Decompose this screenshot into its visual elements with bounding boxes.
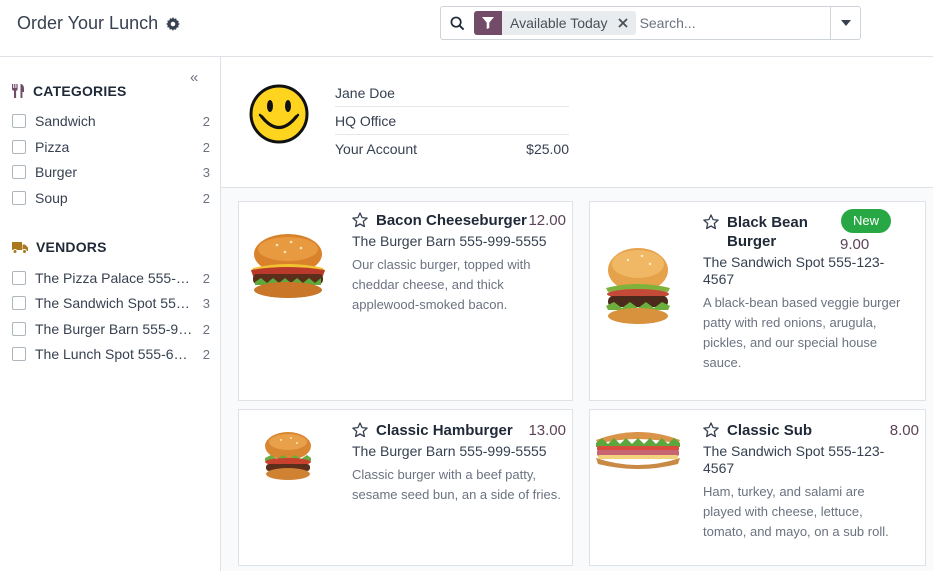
vendor-label: The Burger Barn 555-999-5555: [35, 321, 193, 337]
product-card[interactable]: Classic Hamburger 13.00 The Burger Barn …: [238, 409, 573, 566]
checkbox[interactable]: [12, 296, 26, 310]
product-vendor: The Burger Barn 555-999-5555: [352, 233, 547, 249]
user-name-row: Jane Doe: [335, 79, 569, 107]
vendor-count: 2: [202, 346, 210, 362]
product-image: [596, 432, 680, 469]
vendors-header: VENDORS: [12, 239, 107, 255]
category-count: 2: [202, 139, 210, 155]
star-outline-icon[interactable]: [352, 422, 368, 438]
vendor-filter-item[interactable]: The Sandwich Spot 555-123-4567 3: [12, 293, 210, 313]
search-panel: « CATEGORIES Sandwich 2 Pizza 2 Burger 3…: [0, 57, 221, 571]
caret-down-icon: [840, 20, 851, 26]
product-card[interactable]: Classic Sub 8.00 The Sandwich Spot 555-1…: [589, 409, 926, 566]
cutlery-icon: [12, 84, 24, 98]
category-filter-item[interactable]: Pizza 2: [12, 137, 210, 157]
page-title-wrap: Order Your Lunch: [17, 13, 181, 34]
vendor-filter-item[interactable]: The Lunch Spot 555-666-5555 2: [12, 344, 210, 364]
product-price: 8.00: [889, 422, 919, 439]
checkbox[interactable]: [12, 347, 26, 361]
truck-icon: [12, 241, 28, 254]
product-name: Bacon Cheeseburger: [376, 212, 527, 229]
category-label: Sandwich: [35, 113, 96, 129]
user-account-row: Your Account $25.00: [335, 135, 569, 163]
vendor-filter-item[interactable]: The Burger Barn 555-999-5555 2: [12, 319, 210, 339]
product-name: Classic Sub: [727, 422, 813, 439]
star-outline-icon[interactable]: [703, 422, 719, 438]
product-image: [265, 432, 311, 480]
category-label: Pizza: [35, 139, 70, 155]
facet-label: Available Today: [510, 15, 608, 31]
product-vendor: The Burger Barn 555-999-5555: [352, 443, 547, 459]
checkbox[interactable]: [12, 271, 26, 285]
user-name: Jane Doe: [335, 84, 395, 101]
product-price: 13.00: [528, 422, 566, 439]
vendor-count: 2: [202, 270, 210, 286]
category-label: Soup: [35, 190, 68, 206]
vendor-count: 2: [202, 321, 210, 337]
product-info: Classic Sub 8.00 The Sandwich Spot 555-1…: [703, 421, 919, 542]
vendor-label: The Lunch Spot 555-666-5555: [35, 346, 193, 362]
avatar: [249, 84, 309, 144]
product-info: Black Bean Burger 9.00 The Sandwich Spot…: [703, 213, 919, 373]
vendor-label: The Pizza Palace 555-555-5555: [35, 270, 193, 286]
vendor-label: The Sandwich Spot 555-123-4567: [35, 295, 193, 311]
search-facet: Available Today: [474, 11, 636, 35]
user-summary: Jane Doe HQ Office Your Account $25.00: [221, 57, 933, 188]
product-description: A black-bean based veggie burger patty w…: [703, 295, 901, 370]
product-price: 9.00: [840, 236, 870, 253]
checkbox[interactable]: [12, 322, 26, 336]
product-name: Black Bean Burger: [727, 214, 808, 250]
product-description: Our classic burger, topped with cheddar …: [352, 257, 531, 312]
category-filter-item[interactable]: Sandwich 2: [12, 111, 210, 131]
account-balance: $25.00: [526, 141, 569, 157]
product-description: Ham, turkey, and salami are played with …: [703, 484, 889, 539]
search-input[interactable]: [635, 8, 826, 38]
categories-header: CATEGORIES: [12, 83, 127, 99]
vendor-count: 3: [202, 295, 210, 311]
category-count: 3: [202, 164, 210, 180]
categories-title: CATEGORIES: [33, 83, 127, 99]
product-grid: Bacon Cheeseburger 12.00 The Burger Barn…: [221, 188, 933, 571]
category-label: Burger: [35, 164, 78, 180]
double-chevron-left-icon[interactable]: «: [190, 69, 198, 86]
close-icon[interactable]: [614, 11, 632, 35]
user-location: HQ Office: [335, 112, 397, 129]
star-outline-icon[interactable]: [352, 212, 368, 228]
gear-icon[interactable]: [166, 16, 181, 31]
user-location-row[interactable]: HQ Office: [335, 107, 569, 135]
vendors-title: VENDORS: [36, 239, 107, 255]
category-filter-item[interactable]: Soup 2: [12, 188, 210, 208]
control-panel: Order Your Lunch Available Today: [0, 0, 933, 57]
product-card[interactable]: Bacon Cheeseburger 12.00 The Burger Barn…: [238, 201, 573, 401]
product-image: [606, 248, 670, 324]
product-card[interactable]: New Black Bean Burger 9.00 The Sandwich …: [589, 201, 926, 401]
star-outline-icon[interactable]: [703, 214, 719, 230]
search-icon[interactable]: [441, 7, 473, 39]
product-info: Classic Hamburger 13.00 The Burger Barn …: [352, 421, 566, 505]
category-count: 2: [202, 113, 210, 129]
product-vendor: The Sandwich Spot 555-123-4567: [703, 254, 885, 287]
checkbox[interactable]: [12, 140, 26, 154]
category-filter-item[interactable]: Burger 3: [12, 162, 210, 182]
category-count: 2: [202, 190, 210, 206]
vendor-filter-item[interactable]: The Pizza Palace 555-555-5555 2: [12, 268, 210, 288]
search-bar: Available Today: [440, 6, 861, 40]
page-title: Order Your Lunch: [17, 13, 159, 33]
product-image: [251, 234, 325, 298]
product-info: Bacon Cheeseburger 12.00 The Burger Barn…: [352, 211, 566, 315]
product-name: Classic Hamburger: [376, 422, 513, 439]
checkbox[interactable]: [12, 191, 26, 205]
filter-icon: [474, 11, 502, 35]
checkbox[interactable]: [12, 114, 26, 128]
product-description: Classic burger with a beef patty, sesame…: [352, 467, 561, 502]
product-vendor: The Sandwich Spot 555-123-4567: [703, 443, 885, 476]
search-options-toggle[interactable]: [830, 7, 860, 39]
checkbox[interactable]: [12, 165, 26, 179]
account-label: Your Account: [335, 141, 417, 157]
product-price: 12.00: [528, 212, 566, 229]
